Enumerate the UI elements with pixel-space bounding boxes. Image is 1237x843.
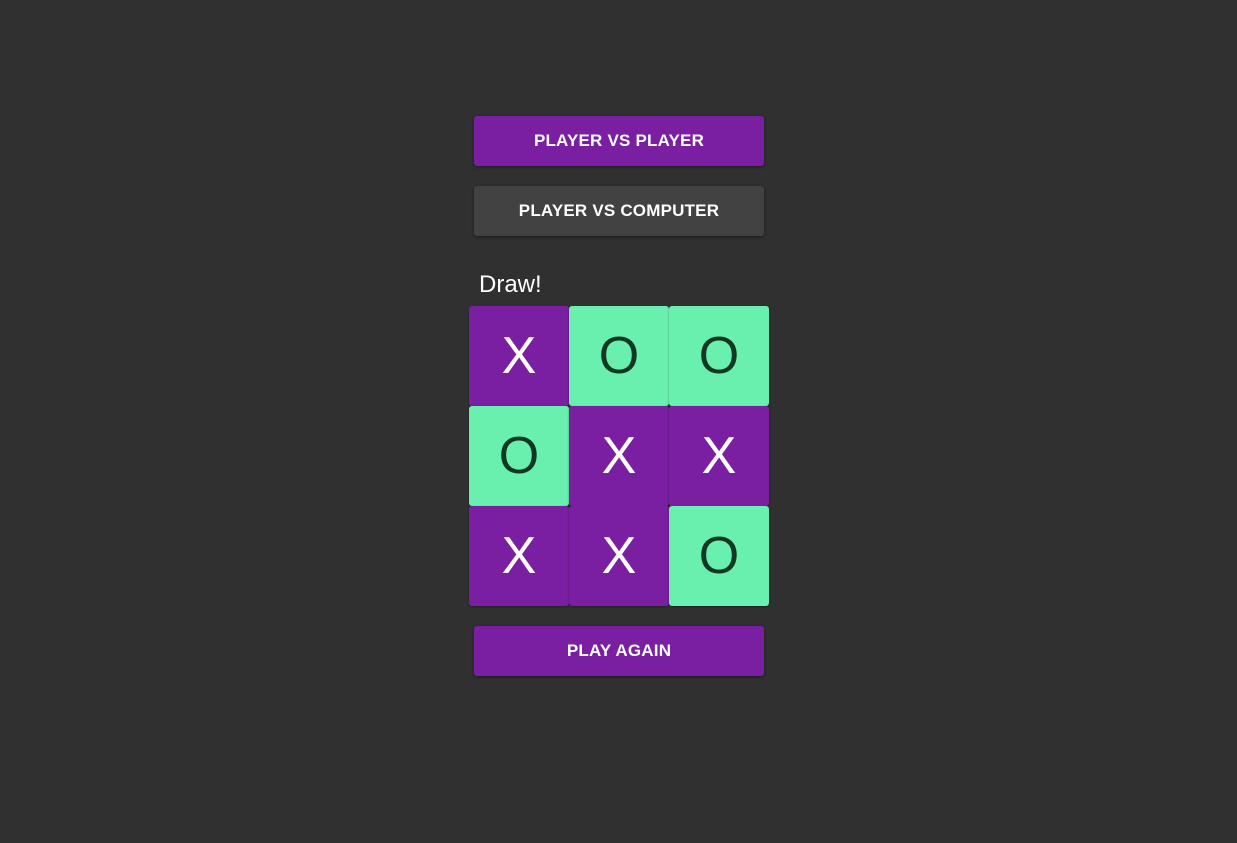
game-status: Draw! (479, 271, 542, 298)
board-cell-r2-c1[interactable]: O (469, 406, 569, 506)
game-board: X O O O X X X X O (469, 306, 769, 606)
board-cell-r1-c2[interactable]: O (569, 306, 669, 406)
board-cell-r2-c3[interactable]: X (669, 406, 769, 506)
game-container: PLAYER VS PLAYER PLAYER VS COMPUTER Draw… (469, 116, 769, 676)
board-cell-r1-c3[interactable]: O (669, 306, 769, 406)
board-cell-r1-c1[interactable]: X (469, 306, 569, 406)
board-cell-r3-c1[interactable]: X (469, 506, 569, 606)
play-again-button[interactable]: PLAY AGAIN (474, 626, 764, 676)
board-cell-r3-c2[interactable]: X (569, 506, 669, 606)
player-vs-computer-button[interactable]: PLAYER VS COMPUTER (474, 186, 764, 236)
board-cell-r3-c3[interactable]: O (669, 506, 769, 606)
board-cell-r2-c2[interactable]: X (569, 406, 669, 506)
player-vs-player-button[interactable]: PLAYER VS PLAYER (474, 116, 764, 166)
